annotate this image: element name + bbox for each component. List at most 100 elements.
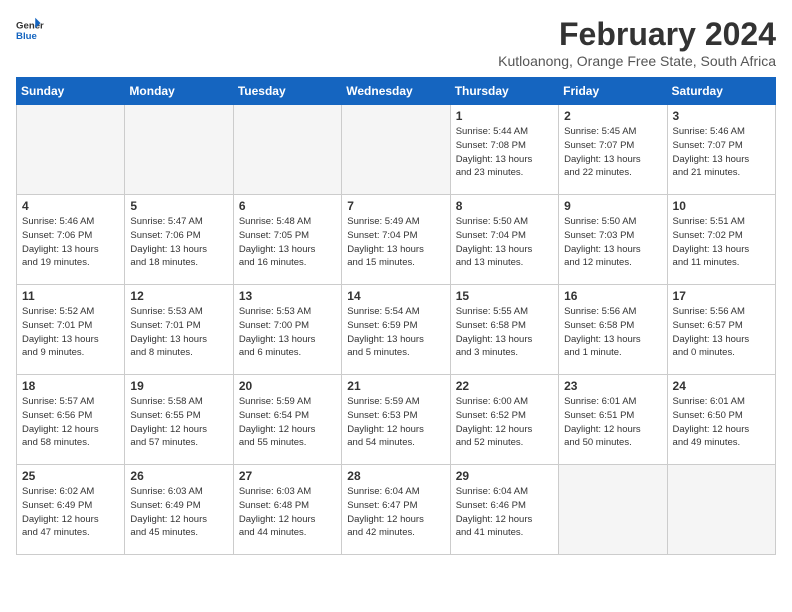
calendar-cell: 25 Sunrise: 6:02 AM Sunset: 6:49 PM Dayli… <box>17 465 125 555</box>
day-number: 15 <box>456 289 553 303</box>
cell-info: Sunrise: 6:00 AM Sunset: 6:52 PM Dayligh… <box>456 395 553 450</box>
calendar-cell: 7Sunrise: 5:49 AM Sunset: 7:04 PM Daylig… <box>342 195 450 285</box>
day-number: 24 <box>673 379 770 393</box>
day-number: 23 <box>564 379 661 393</box>
cell-info: Sunrise: 5:59 AM Sunset: 6:53 PM Dayligh… <box>347 395 444 450</box>
cell-info: Sunrise: 6:01 AM Sunset: 6:50 PM Dayligh… <box>673 395 770 450</box>
calendar-cell: 13 Sunrise: 5:53 AM Sunset: 7:00 PM Dayli… <box>233 285 341 375</box>
cell-info: Sunrise: 5:57 AM Sunset: 6:56 PM Dayligh… <box>22 395 119 450</box>
cell-info: Sunrise: 5:52 AM Sunset: 7:01 PM Dayligh… <box>22 305 119 360</box>
calendar-cell <box>233 105 341 195</box>
day-number: 11 <box>22 289 119 303</box>
calendar-cell: 16 Sunrise: 5:56 AM Sunset: 6:58 PM Dayli… <box>559 285 667 375</box>
cell-info: Sunrise: 5:49 AM Sunset: 7:04 PM Dayligh… <box>347 215 444 270</box>
day-number: 20 <box>239 379 336 393</box>
location: Kutloanong, Orange Free State, South Afr… <box>498 53 776 69</box>
day-number: 1 <box>456 109 553 123</box>
calendar-cell: 27Sunrise: 6:03 AM Sunset: 6:48 PM Dayli… <box>233 465 341 555</box>
calendar-cell: 1 Sunrise: 5:44 AM Sunset: 7:08 PM Daylig… <box>450 105 558 195</box>
calendar-cell: 15 Sunrise: 5:55 AM Sunset: 6:58 PM Dayli… <box>450 285 558 375</box>
cell-info: Sunrise: 5:53 AM Sunset: 7:01 PM Dayligh… <box>130 305 227 360</box>
month-year: February 2024 <box>498 16 776 53</box>
logo: General Blue <box>16 16 44 44</box>
day-number: 5 <box>130 199 227 213</box>
cell-info: Sunrise: 5:53 AM Sunset: 7:00 PM Dayligh… <box>239 305 336 360</box>
day-header-monday: Monday <box>125 78 233 105</box>
cell-info: Sunrise: 5:58 AM Sunset: 6:55 PM Dayligh… <box>130 395 227 450</box>
day-number: 18 <box>22 379 119 393</box>
calendar-cell: 14Sunrise: 5:54 AM Sunset: 6:59 PM Dayli… <box>342 285 450 375</box>
calendar-cell <box>667 465 775 555</box>
day-number: 2 <box>564 109 661 123</box>
day-number: 13 <box>239 289 336 303</box>
day-number: 16 <box>564 289 661 303</box>
calendar-cell: 26 Sunrise: 6:03 AM Sunset: 6:49 PM Dayli… <box>125 465 233 555</box>
day-number: 14 <box>347 289 444 303</box>
calendar-cell: 21 Sunrise: 5:59 AM Sunset: 6:53 PM Dayli… <box>342 375 450 465</box>
calendar-cell <box>559 465 667 555</box>
calendar-cell: 18 Sunrise: 5:57 AM Sunset: 6:56 PM Dayli… <box>17 375 125 465</box>
day-header-sunday: Sunday <box>17 78 125 105</box>
cell-info: Sunrise: 6:04 AM Sunset: 6:46 PM Dayligh… <box>456 485 553 540</box>
cell-info: Sunrise: 5:51 AM Sunset: 7:02 PM Dayligh… <box>673 215 770 270</box>
cell-info: Sunrise: 6:02 AM Sunset: 6:49 PM Dayligh… <box>22 485 119 540</box>
day-header-tuesday: Tuesday <box>233 78 341 105</box>
calendar-cell: 9Sunrise: 5:50 AM Sunset: 7:03 PM Daylig… <box>559 195 667 285</box>
title-block: February 2024 Kutloanong, Orange Free St… <box>498 16 776 69</box>
day-header-wednesday: Wednesday <box>342 78 450 105</box>
day-number: 12 <box>130 289 227 303</box>
calendar-week-3: 11 Sunrise: 5:52 AM Sunset: 7:01 PM Dayli… <box>17 285 776 375</box>
calendar-body: 1 Sunrise: 5:44 AM Sunset: 7:08 PM Daylig… <box>17 105 776 555</box>
calendar-cell: 28Sunrise: 6:04 AM Sunset: 6:47 PM Dayli… <box>342 465 450 555</box>
day-header-thursday: Thursday <box>450 78 558 105</box>
day-number: 26 <box>130 469 227 483</box>
calendar-week-2: 4Sunrise: 5:46 AM Sunset: 7:06 PM Daylig… <box>17 195 776 285</box>
calendar-cell: 5 Sunrise: 5:47 AM Sunset: 7:06 PM Daylig… <box>125 195 233 285</box>
day-number: 19 <box>130 379 227 393</box>
calendar-cell: 22 Sunrise: 6:00 AM Sunset: 6:52 PM Dayli… <box>450 375 558 465</box>
day-header-friday: Friday <box>559 78 667 105</box>
calendar-cell <box>342 105 450 195</box>
cell-info: Sunrise: 5:46 AM Sunset: 7:07 PM Dayligh… <box>673 125 770 180</box>
calendar-cell <box>125 105 233 195</box>
calendar-cell: 23 Sunrise: 6:01 AM Sunset: 6:51 PM Dayli… <box>559 375 667 465</box>
calendar-cell: 4Sunrise: 5:46 AM Sunset: 7:06 PM Daylig… <box>17 195 125 285</box>
calendar-cell: 10Sunrise: 5:51 AM Sunset: 7:02 PM Dayli… <box>667 195 775 285</box>
cell-info: Sunrise: 5:55 AM Sunset: 6:58 PM Dayligh… <box>456 305 553 360</box>
day-number: 8 <box>456 199 553 213</box>
page-header: General Blue February 2024 Kutloanong, O… <box>16 16 776 69</box>
calendar-week-1: 1 Sunrise: 5:44 AM Sunset: 7:08 PM Daylig… <box>17 105 776 195</box>
cell-info: Sunrise: 5:50 AM Sunset: 7:04 PM Dayligh… <box>456 215 553 270</box>
day-number: 29 <box>456 469 553 483</box>
calendar-cell: 6 Sunrise: 5:48 AM Sunset: 7:05 PM Daylig… <box>233 195 341 285</box>
cell-info: Sunrise: 5:45 AM Sunset: 7:07 PM Dayligh… <box>564 125 661 180</box>
cell-info: Sunrise: 6:03 AM Sunset: 6:49 PM Dayligh… <box>130 485 227 540</box>
cell-info: Sunrise: 5:47 AM Sunset: 7:06 PM Dayligh… <box>130 215 227 270</box>
day-number: 21 <box>347 379 444 393</box>
cell-info: Sunrise: 5:59 AM Sunset: 6:54 PM Dayligh… <box>239 395 336 450</box>
svg-text:Blue: Blue <box>16 31 37 42</box>
calendar-cell: 2 Sunrise: 5:45 AM Sunset: 7:07 PM Daylig… <box>559 105 667 195</box>
calendar-cell: 17Sunrise: 5:56 AM Sunset: 6:57 PM Dayli… <box>667 285 775 375</box>
calendar-table: SundayMondayTuesdayWednesdayThursdayFrid… <box>16 77 776 555</box>
day-number: 6 <box>239 199 336 213</box>
calendar-cell: 11 Sunrise: 5:52 AM Sunset: 7:01 PM Dayli… <box>17 285 125 375</box>
calendar-cell: 29 Sunrise: 6:04 AM Sunset: 6:46 PM Dayli… <box>450 465 558 555</box>
logo-icon: General Blue <box>16 16 44 44</box>
cell-info: Sunrise: 5:56 AM Sunset: 6:57 PM Dayligh… <box>673 305 770 360</box>
cell-info: Sunrise: 5:50 AM Sunset: 7:03 PM Dayligh… <box>564 215 661 270</box>
cell-info: Sunrise: 5:46 AM Sunset: 7:06 PM Dayligh… <box>22 215 119 270</box>
calendar-cell: 24 Sunrise: 6:01 AM Sunset: 6:50 PM Dayli… <box>667 375 775 465</box>
cell-info: Sunrise: 6:03 AM Sunset: 6:48 PM Dayligh… <box>239 485 336 540</box>
cell-info: Sunrise: 5:56 AM Sunset: 6:58 PM Dayligh… <box>564 305 661 360</box>
day-number: 25 <box>22 469 119 483</box>
cell-info: Sunrise: 6:01 AM Sunset: 6:51 PM Dayligh… <box>564 395 661 450</box>
day-number: 22 <box>456 379 553 393</box>
cell-info: Sunrise: 5:48 AM Sunset: 7:05 PM Dayligh… <box>239 215 336 270</box>
day-number: 3 <box>673 109 770 123</box>
calendar-cell: 20 Sunrise: 5:59 AM Sunset: 6:54 PM Dayli… <box>233 375 341 465</box>
calendar-cell <box>17 105 125 195</box>
cell-info: Sunrise: 5:44 AM Sunset: 7:08 PM Dayligh… <box>456 125 553 180</box>
calendar-week-4: 18 Sunrise: 5:57 AM Sunset: 6:56 PM Dayli… <box>17 375 776 465</box>
day-number: 28 <box>347 469 444 483</box>
